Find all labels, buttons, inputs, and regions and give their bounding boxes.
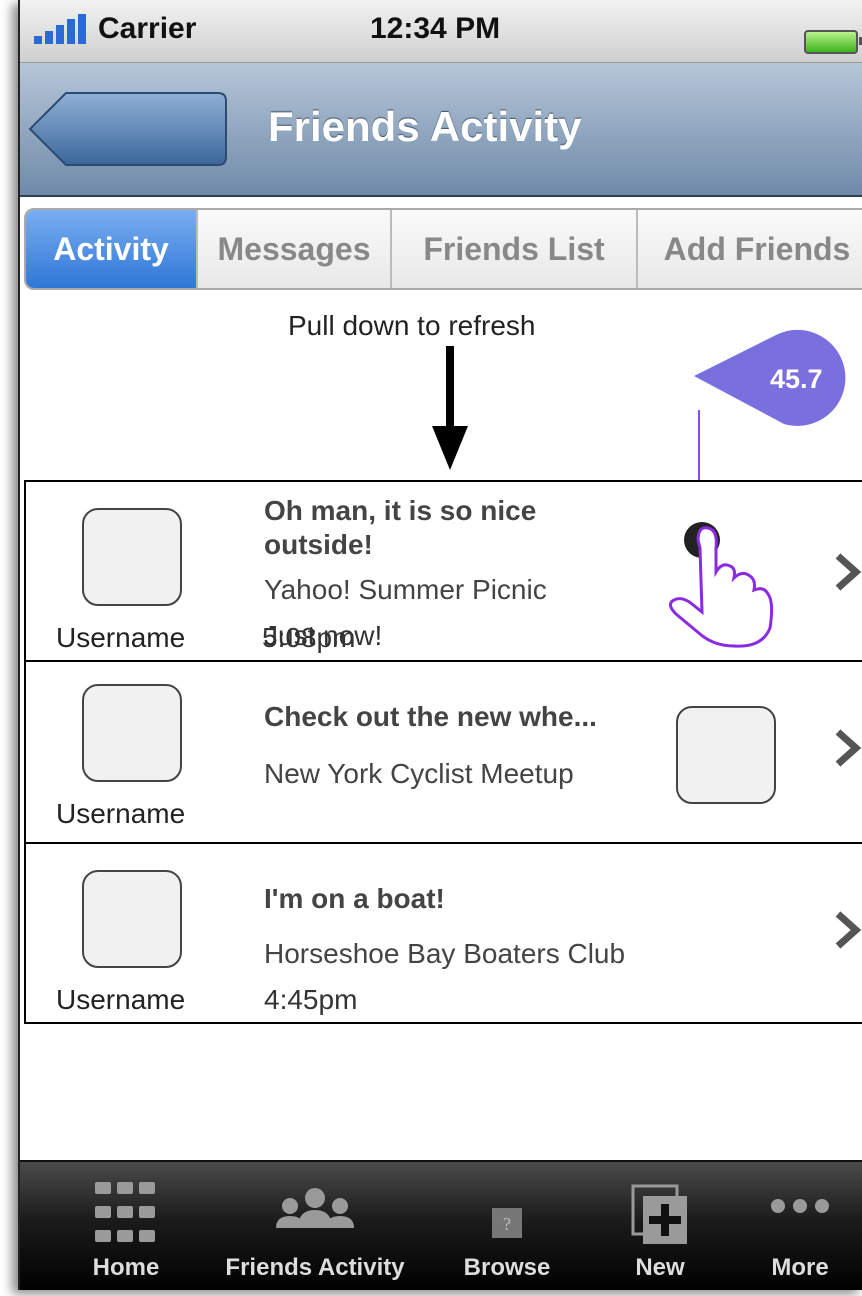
tabbar-label: Browse bbox=[463, 1254, 551, 1281]
username-label: Username bbox=[56, 622, 186, 653]
group-name: Yahoo! Summer Picnic bbox=[264, 574, 547, 605]
people-icon bbox=[276, 1188, 354, 1228]
chevron-right-icon bbox=[835, 729, 862, 767]
status-bar: Carrier 12:34 PM bbox=[20, 0, 862, 63]
list-item[interactable]: Username I'm on a boat! Horseshoe Bay Bo… bbox=[24, 842, 862, 1024]
post-title: Check out the new whe... bbox=[264, 701, 597, 732]
group-name: New York Cyclist Meetup bbox=[264, 758, 574, 789]
chevron-right-icon bbox=[835, 911, 862, 949]
back-button[interactable] bbox=[28, 91, 228, 167]
tabbar-more[interactable]: More bbox=[750, 1162, 850, 1290]
clock: 12:34 PM bbox=[370, 12, 501, 45]
post-title-line-1: Oh man, it is so nice bbox=[264, 495, 537, 526]
tab-messages[interactable]: Messages bbox=[198, 210, 392, 288]
tabbar-label: Home bbox=[92, 1254, 160, 1281]
post-title: I'm on a boat! bbox=[264, 883, 445, 914]
segmented-control: Activity Messages Friends List Add Frien… bbox=[24, 208, 862, 290]
tabbar-label: New bbox=[635, 1254, 685, 1281]
avatar bbox=[82, 870, 182, 968]
carrier-label: Carrier bbox=[98, 12, 197, 45]
tab-friends-list[interactable]: Friends List bbox=[392, 210, 638, 288]
battery-icon bbox=[804, 30, 862, 54]
pull-to-refresh-hint: Pull down to refresh bbox=[288, 310, 536, 341]
post-thumbnail bbox=[676, 706, 776, 804]
post-title: Oh man, it is so nice outside! bbox=[264, 494, 536, 562]
chevron-right-icon bbox=[835, 553, 862, 591]
tabbar-new[interactable]: New bbox=[610, 1162, 710, 1290]
tabbar-friends-activity[interactable]: Friends Activity bbox=[210, 1162, 420, 1290]
question-box-icon: ? bbox=[492, 1208, 522, 1238]
page-title: Friends Activity bbox=[268, 103, 582, 150]
arrow-down-icon bbox=[432, 346, 468, 470]
post-time: Just now! bbox=[264, 620, 383, 651]
svg-text:?: ? bbox=[503, 1214, 511, 1234]
post-time: 4:45pm bbox=[264, 984, 358, 1015]
username-label: Username bbox=[56, 984, 186, 1015]
tabbar-browse[interactable]: ? Browse bbox=[452, 1162, 562, 1290]
tab-activity[interactable]: Activity bbox=[26, 210, 198, 288]
avatar bbox=[82, 684, 182, 782]
annotation-value: 45.7 bbox=[770, 364, 823, 394]
tap-gesture-icon bbox=[669, 522, 774, 648]
tabbar-label: Friends Activity bbox=[225, 1254, 405, 1281]
post-title-line-2: outside! bbox=[264, 529, 373, 560]
tabbar-label: More bbox=[771, 1254, 829, 1281]
username-label: Username bbox=[56, 798, 186, 829]
grid-icon bbox=[95, 1182, 155, 1242]
phone-screen: Carrier 12:34 PM Friends Activity Activi… bbox=[18, 0, 862, 1290]
list-item[interactable]: Username Check out the new whe... New Yo… bbox=[24, 660, 862, 844]
tab-add-friends[interactable]: Add Friends bbox=[638, 210, 862, 288]
tabbar-home[interactable]: Home bbox=[76, 1162, 176, 1290]
signal-icon bbox=[34, 14, 86, 44]
tab-bar: Home Friends Activity ? Browse New More bbox=[20, 1160, 862, 1290]
group-name: Horseshoe Bay Boaters Club bbox=[264, 938, 626, 969]
add-document-icon bbox=[631, 1184, 687, 1244]
avatar bbox=[82, 508, 182, 606]
navigation-bar: Friends Activity bbox=[20, 63, 862, 197]
more-dots-icon bbox=[771, 1199, 829, 1213]
